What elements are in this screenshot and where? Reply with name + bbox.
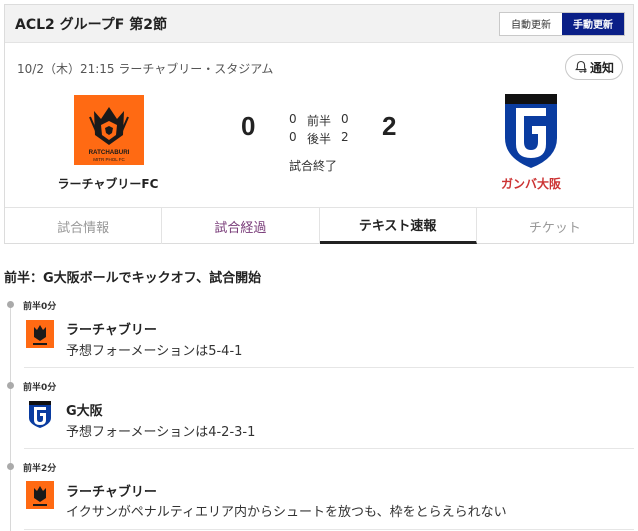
match-datetime-venue: 10/2（木）21:15 ラーチャブリー・スタジアム [17,62,274,76]
manual-update-button[interactable]: 手動更新 [562,12,624,35]
tab-text-live[interactable]: テキスト速報 [319,208,477,244]
event-divider [24,529,634,530]
away-team-name[interactable]: ガンバ大阪 [451,175,611,192]
tab-ticket[interactable]: チケット [477,208,633,244]
match-tabs: 試合情報 試合経過 テキスト速報 チケット [5,207,633,244]
away-first-half-score: 0 [341,112,349,126]
timeline-dot [7,463,14,470]
second-half-label: 後半 [307,132,332,146]
away-team-logo[interactable] [501,92,561,170]
card-header: ACL2 グループF 第2節 自動更新 手動更新 [5,5,633,43]
event-team: G大阪 [66,404,103,419]
home-team-logo[interactable]: RATCHABURI MITR PHOL FC [74,95,144,165]
event-text: イクサンがペナルティエリア内からシュートを放つも、枠をとらえられない [66,505,507,520]
notify-label: 通知 [589,60,614,75]
away-team-small-logo [29,401,51,428]
match-card: ACL2 グループF 第2節 自動更新 手動更新 10/2（木）21:15 ラー… [4,4,634,244]
event-team: ラーチャブリー [66,323,157,338]
home-score: 0 [241,111,256,141]
kickoff-heading: 前半：G大阪ボールでキックオフ、試合開始 [4,271,262,286]
home-first-half-score: 0 [289,112,297,126]
event-time: 前半0分 [23,383,57,393]
match-title: ACL2 グループF 第2節 [15,16,167,33]
away-second-half-score: 2 [341,130,349,144]
svg-text:MITR PHOL FC: MITR PHOL FC [93,157,125,162]
event-time: 前半0分 [23,302,57,312]
home-team-name[interactable]: ラーチャブリーFC [5,175,211,192]
event-team: ラーチャブリー [66,485,157,500]
event-time: 前半2分 [23,464,57,474]
update-mode-toggle: 自動更新 手動更新 [499,11,625,36]
event-divider [24,448,634,449]
timeline-dot [7,301,14,308]
event-text: 予想フォーメーションは4-2-3-1 [66,425,256,440]
auto-update-button[interactable]: 自動更新 [500,12,562,35]
home-second-half-score: 0 [289,130,297,144]
timeline-line [10,305,11,531]
home-team-small-logo [26,481,54,509]
match-status: 試合終了 [289,159,338,173]
notify-button[interactable]: 通知 [565,54,623,80]
svg-text:RATCHABURI: RATCHABURI [89,149,130,156]
away-score: 2 [382,111,397,141]
bell-icon [575,60,587,73]
event-text: 予想フォーメーションは5-4-1 [66,344,243,359]
tab-match-info[interactable]: 試合情報 [5,208,163,244]
tab-match-progress[interactable]: 試合経過 [162,208,320,244]
event-divider [24,367,634,368]
home-team-small-logo [26,320,54,348]
first-half-label: 前半 [307,114,332,128]
timeline-dot [7,382,14,389]
